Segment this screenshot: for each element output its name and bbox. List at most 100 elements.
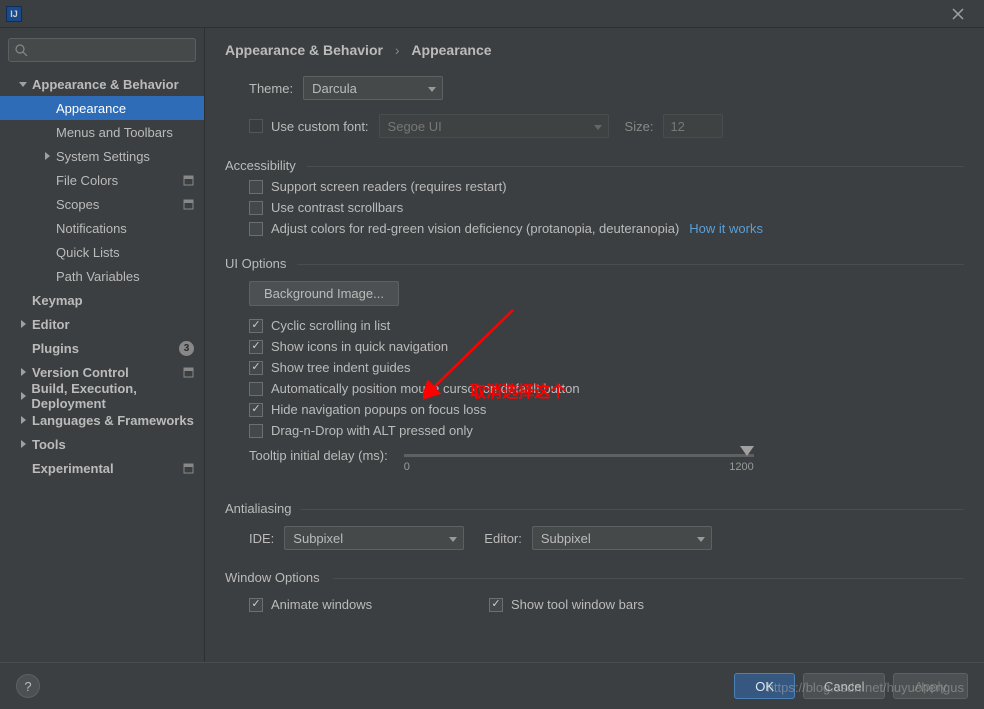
font-size-input[interactable]: 12 — [663, 114, 723, 138]
ok-button[interactable]: OK — [734, 673, 795, 699]
sidebar-item-appearance-behavior[interactable]: Appearance & Behavior — [0, 72, 204, 96]
auto-mouse-checkbox[interactable] — [249, 382, 263, 396]
ide-aa-select[interactable]: Subpixel — [284, 526, 464, 550]
screen-readers-checkbox[interactable] — [249, 180, 263, 194]
chevron-down-icon — [19, 80, 27, 88]
sidebar-item-menus-toolbars[interactable]: Menus and Toolbars — [0, 120, 204, 144]
chevron-down-icon — [594, 125, 602, 131]
slider-thumb-icon — [740, 446, 754, 456]
sidebar-item-file-colors[interactable]: File Colors — [0, 168, 204, 192]
tooltip-delay-slider[interactable]: 0 1200 — [404, 448, 754, 473]
sidebar-item-appearance[interactable]: Appearance — [0, 96, 204, 120]
sidebar-item-label: System Settings — [56, 149, 150, 164]
sidebar-item-path-variables[interactable]: Path Variables — [0, 264, 204, 288]
show-icons-checkbox[interactable] — [249, 340, 263, 354]
cyclic-scroll-label: Cyclic scrolling in list — [271, 318, 390, 333]
ide-aa-value: Subpixel — [293, 531, 343, 546]
chevron-down-icon — [449, 537, 457, 543]
contrast-scrollbars-label: Use contrast scrollbars — [271, 200, 403, 215]
sidebar-item-label: Build, Execution, Deployment — [31, 381, 204, 411]
chevron-right-icon — [43, 152, 51, 160]
sidebar-item-build[interactable]: Build, Execution, Deployment — [0, 384, 204, 408]
chevron-right-icon: › — [395, 42, 400, 58]
count-badge: 3 — [179, 341, 194, 356]
sidebar-item-label: Quick Lists — [56, 245, 120, 260]
project-icon — [182, 366, 194, 378]
theme-label: Theme: — [249, 81, 293, 96]
sidebar-item-label: Appearance & Behavior — [32, 77, 179, 92]
breadcrumb-main: Appearance & Behavior — [225, 42, 383, 58]
breadcrumb-sub: Appearance — [411, 42, 491, 58]
content-panel: Appearance & Behavior › Appearance Theme… — [205, 28, 984, 662]
chevron-right-icon — [19, 368, 27, 376]
sidebar: Appearance & Behavior Appearance Menus a… — [0, 28, 205, 662]
ide-aa-label: IDE: — [249, 531, 274, 546]
sidebar-item-system-settings[interactable]: System Settings — [0, 144, 204, 168]
show-tool-bars-label: Show tool window bars — [511, 597, 644, 612]
editor-aa-select[interactable]: Subpixel — [532, 526, 712, 550]
titlebar: IJ — [0, 0, 984, 28]
search-input[interactable] — [8, 38, 196, 62]
project-icon — [182, 462, 194, 474]
close-icon — [952, 8, 964, 20]
cancel-label: Cancel — [824, 679, 864, 694]
section-window-options: Window Options — [225, 570, 964, 585]
section-accessibility: Accessibility — [225, 158, 964, 173]
show-icons-label: Show icons in quick navigation — [271, 339, 448, 354]
close-button[interactable] — [938, 2, 978, 26]
use-custom-font-label: Use custom font: — [271, 119, 369, 134]
sidebar-item-editor[interactable]: Editor — [0, 312, 204, 336]
sidebar-item-label: Appearance — [56, 101, 126, 116]
bg-image-label: Background Image... — [264, 286, 384, 301]
sidebar-item-label: Scopes — [56, 197, 99, 212]
help-button[interactable]: ? — [16, 674, 40, 698]
sidebar-item-plugins[interactable]: Plugins 3 — [0, 336, 204, 360]
dnd-alt-label: Drag-n-Drop with ALT pressed only — [271, 423, 473, 438]
chevron-down-icon — [428, 87, 436, 93]
font-value: Segoe UI — [388, 119, 442, 134]
use-custom-font-checkbox[interactable] — [249, 119, 263, 133]
hide-popups-label: Hide navigation popups on focus loss — [271, 402, 486, 417]
apply-label: Apply — [914, 679, 947, 694]
dnd-alt-checkbox[interactable] — [249, 424, 263, 438]
contrast-scrollbars-checkbox[interactable] — [249, 201, 263, 215]
chevron-right-icon — [19, 392, 27, 400]
section-antialiasing: Antialiasing — [225, 501, 964, 516]
breadcrumb: Appearance & Behavior › Appearance — [225, 42, 964, 58]
sidebar-item-label: Version Control — [32, 365, 129, 380]
slider-min: 0 — [404, 461, 410, 473]
cancel-button[interactable]: Cancel — [803, 673, 885, 699]
apply-button[interactable]: Apply — [893, 673, 968, 699]
chevron-right-icon — [19, 440, 27, 448]
sidebar-item-label: Notifications — [56, 221, 127, 236]
font-size-value: 12 — [670, 119, 684, 134]
tree-guides-checkbox[interactable] — [249, 361, 263, 375]
project-icon — [182, 198, 194, 210]
sidebar-item-tools[interactable]: Tools — [0, 432, 204, 456]
tooltip-delay-label: Tooltip initial delay (ms): — [249, 448, 388, 463]
chevron-down-icon — [697, 537, 705, 543]
show-tool-bars-checkbox[interactable] — [489, 598, 503, 612]
theme-value: Darcula — [312, 81, 357, 96]
hide-popups-checkbox[interactable] — [249, 403, 263, 417]
how-it-works-link[interactable]: How it works — [689, 221, 763, 236]
sidebar-item-quick-lists[interactable]: Quick Lists — [0, 240, 204, 264]
font-select[interactable]: Segoe UI — [379, 114, 609, 138]
color-deficiency-checkbox[interactable] — [249, 222, 263, 236]
app-logo-icon: IJ — [6, 6, 22, 22]
animate-windows-checkbox[interactable] — [249, 598, 263, 612]
sidebar-item-label: Editor — [32, 317, 70, 332]
background-image-button[interactable]: Background Image... — [249, 281, 399, 306]
sidebar-item-languages[interactable]: Languages & Frameworks — [0, 408, 204, 432]
cyclic-scroll-checkbox[interactable] — [249, 319, 263, 333]
sidebar-item-notifications[interactable]: Notifications — [0, 216, 204, 240]
sidebar-item-experimental[interactable]: Experimental — [0, 456, 204, 480]
editor-aa-value: Subpixel — [541, 531, 591, 546]
theme-select[interactable]: Darcula — [303, 76, 443, 100]
auto-mouse-label: Automatically position mouse cursor on d… — [271, 381, 580, 396]
settings-tree: Appearance & Behavior Appearance Menus a… — [0, 72, 204, 480]
ok-label: OK — [755, 679, 774, 694]
sidebar-item-label: Experimental — [32, 461, 114, 476]
sidebar-item-scopes[interactable]: Scopes — [0, 192, 204, 216]
sidebar-item-keymap[interactable]: Keymap — [0, 288, 204, 312]
